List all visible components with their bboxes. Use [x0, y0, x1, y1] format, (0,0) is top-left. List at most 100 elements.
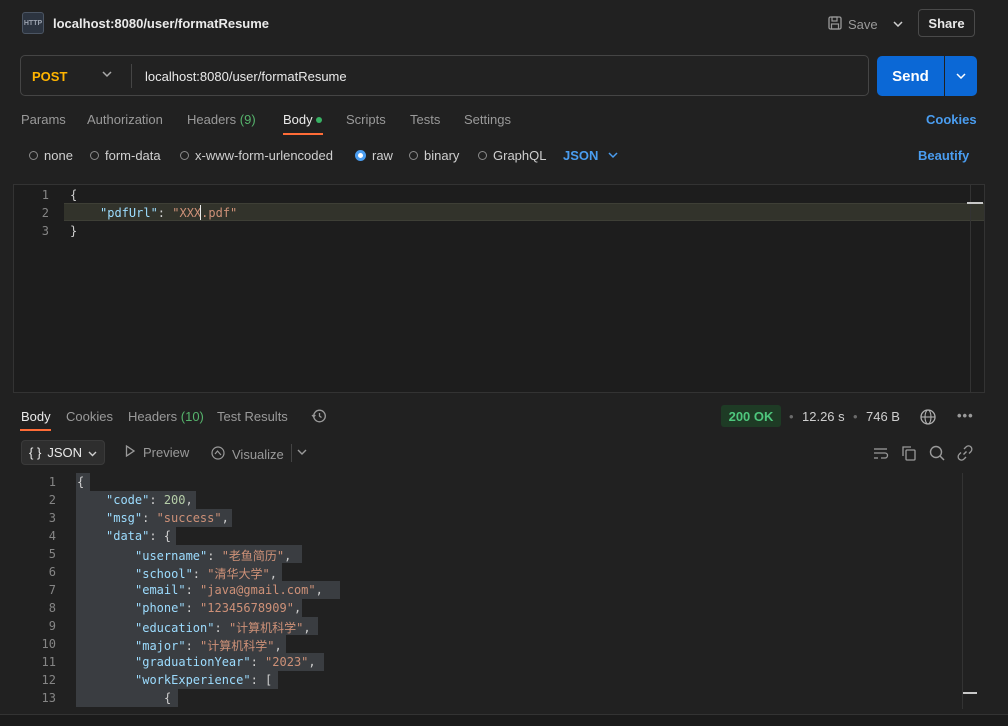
url-divider	[131, 64, 132, 88]
line-number: 1	[48, 475, 56, 489]
preview-button[interactable]: Preview	[125, 444, 190, 460]
text-cursor	[200, 205, 201, 220]
code-line: "data": {	[106, 529, 172, 543]
response-format-select[interactable]: { } JSON	[21, 440, 105, 465]
radio-urlencoded[interactable]: x-www-form-urlencoded	[180, 148, 333, 163]
method-chevron-icon[interactable]	[102, 67, 112, 84]
preview-label: Preview	[143, 445, 190, 460]
copy-icon[interactable]	[900, 444, 918, 462]
response-format-label: JSON	[47, 445, 82, 460]
link-icon[interactable]	[956, 444, 974, 462]
radio-circle	[180, 151, 189, 160]
editor-scrollbar[interactable]	[970, 184, 985, 393]
response-tab-headers-label: Headers	[128, 409, 178, 424]
tab-tests[interactable]: Tests	[410, 112, 440, 127]
radio-label: raw	[372, 148, 393, 163]
radio-binary[interactable]: binary	[409, 148, 459, 163]
tab-settings[interactable]: Settings	[464, 112, 511, 127]
response-tab-headers[interactable]: Headers (10)	[128, 409, 204, 424]
line-number: 3	[41, 224, 49, 238]
active-tab-indicator	[283, 133, 323, 135]
line-number: 2	[41, 206, 49, 220]
line-number: 13	[41, 691, 56, 705]
active-tab-indicator	[20, 429, 51, 431]
line-number: 3	[48, 511, 56, 525]
json-value: "java@gmail.com"	[200, 583, 316, 597]
radio-circle	[478, 151, 487, 160]
tab-scripts[interactable]: Scripts	[346, 112, 386, 127]
line-number: 1	[41, 188, 49, 202]
response-tab-headers-count: (10)	[180, 409, 204, 424]
line-number: 7	[48, 583, 56, 597]
visualize-button[interactable]: Visualize	[210, 445, 284, 464]
radio-form-data[interactable]: form-data	[90, 148, 161, 163]
code-line: "pdfUrl": "XXX.pdf"	[100, 206, 237, 220]
json-value: "计算机科学"	[200, 639, 275, 653]
json-key: "data"	[106, 529, 150, 543]
radio-label: GraphQL	[493, 148, 547, 163]
status-badge[interactable]: 200 OK	[721, 405, 781, 427]
json-key: "pdfUrl"	[100, 206, 158, 220]
code-line: "school": "清华大学",	[135, 567, 277, 581]
status-bar	[0, 714, 1008, 726]
send-button[interactable]: Send	[877, 56, 944, 96]
save-options-chevron-icon[interactable]	[890, 14, 906, 34]
code-line: "workExperience": [	[135, 673, 273, 687]
scrollbar-thumb[interactable]	[963, 692, 977, 694]
code-line: {	[77, 475, 85, 489]
code-line: "phone": "12345678909",	[135, 601, 302, 615]
save-icon	[828, 15, 842, 33]
tab-body[interactable]: Body	[283, 112, 313, 127]
share-button[interactable]: Share	[918, 9, 975, 37]
response-time[interactable]: 12.26 s	[802, 409, 845, 424]
more-options-icon[interactable]: •••	[957, 408, 974, 423]
radio-raw[interactable]: raw	[355, 148, 393, 163]
raw-language-label: JSON	[563, 148, 599, 163]
radio-none[interactable]: none	[29, 148, 73, 163]
raw-language-select[interactable]: JSON	[563, 148, 618, 165]
response-tab-cookies[interactable]: Cookies	[66, 409, 113, 424]
response-tab-body[interactable]: Body	[21, 409, 51, 424]
request-title[interactable]: localhost:8080/user/formatResume	[53, 16, 269, 31]
code-line: "major": "计算机科学",	[135, 639, 282, 653]
code-line: {	[164, 691, 172, 705]
json-value: "success"	[156, 511, 222, 525]
visualize-options-chevron-icon[interactable]	[297, 445, 307, 462]
globe-icon[interactable]	[919, 408, 937, 426]
radio-label: binary	[424, 148, 460, 163]
method-select[interactable]: POST	[32, 69, 67, 84]
tab-authorization[interactable]: Authorization	[87, 112, 163, 127]
tab-headers-count: (9)	[239, 112, 256, 127]
tab-params[interactable]: Params	[21, 112, 66, 127]
code-line: "username": "老鱼简历",	[135, 549, 292, 563]
visualize-icon	[210, 445, 226, 464]
json-key: "email"	[135, 583, 186, 597]
code-line: "education": "计算机科学",	[135, 621, 311, 635]
line-number: 9	[48, 619, 56, 633]
wrap-lines-icon[interactable]	[872, 444, 890, 462]
json-key: "workExperience"	[135, 673, 251, 687]
response-size[interactable]: 746 B	[866, 409, 900, 424]
tab-headers-label: Headers	[187, 112, 237, 127]
json-value: "计算机科学"	[228, 621, 304, 635]
line-number: 12	[41, 673, 56, 687]
history-icon[interactable]	[311, 408, 327, 424]
json-key: "msg"	[106, 511, 143, 525]
chevron-down-icon	[608, 148, 618, 165]
send-options-chevron-icon[interactable]	[945, 56, 977, 96]
save-label: Save	[848, 16, 878, 32]
save-button[interactable]: Save	[828, 14, 878, 34]
beautify-button[interactable]: Beautify	[918, 148, 969, 163]
scrollbar-thumb[interactable]	[967, 202, 983, 204]
http-request-icon: HTTP	[22, 12, 44, 34]
play-icon	[125, 444, 136, 460]
json-key: "username"	[135, 549, 208, 563]
radio-graphql[interactable]: GraphQL	[478, 148, 546, 163]
json-key: "phone"	[135, 601, 186, 615]
search-icon[interactable]	[928, 444, 946, 462]
url-input[interactable]: localhost:8080/user/formatResume	[145, 69, 347, 84]
response-scrollbar[interactable]	[962, 473, 976, 709]
tab-headers[interactable]: Headers (9)	[187, 112, 256, 127]
cookies-link[interactable]: Cookies	[926, 112, 977, 127]
response-tab-test-results[interactable]: Test Results	[217, 409, 288, 424]
